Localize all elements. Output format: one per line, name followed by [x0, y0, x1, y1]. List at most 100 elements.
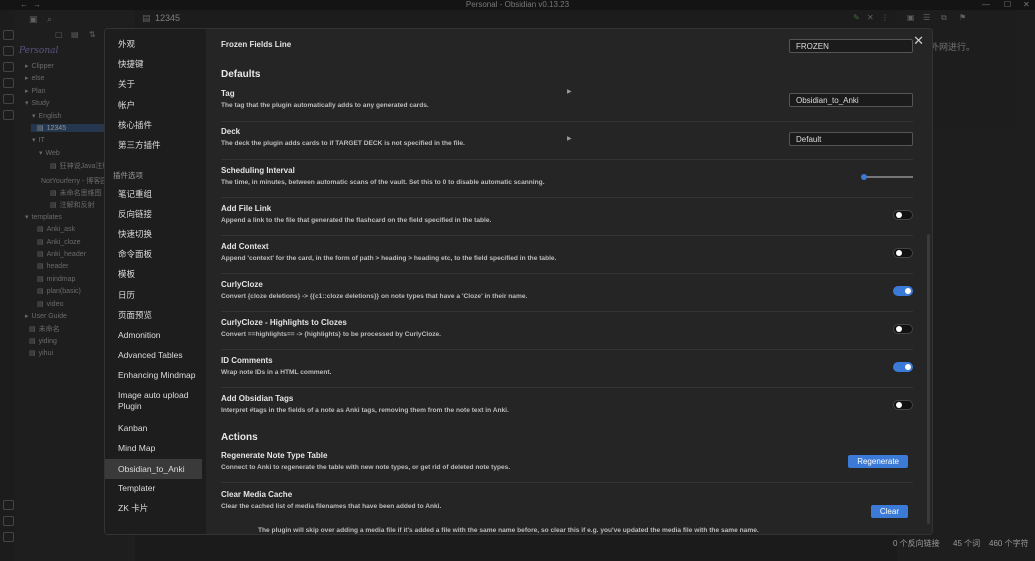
- template-icon[interactable]: [3, 78, 14, 88]
- window-close-icon[interactable]: ✕: [1023, 0, 1030, 10]
- nav-item[interactable]: Advanced Tables: [118, 350, 203, 361]
- tree-item[interactable]: ▤ yihui: [29, 349, 53, 357]
- nav-item[interactable]: 命令面板: [118, 249, 203, 260]
- id-comments-toggle[interactable]: [893, 362, 913, 372]
- tree-item[interactable]: ▤ header: [37, 262, 68, 270]
- nav-item[interactable]: 核心插件: [118, 120, 203, 131]
- tree-item[interactable]: ▾ IT: [32, 136, 45, 144]
- nav-item-selected[interactable]: Obsidian_to_Anki: [105, 459, 202, 479]
- toggle-knob: [896, 326, 902, 332]
- backlinks-icon[interactable]: ⧉: [941, 13, 947, 23]
- forward-arrow-icon[interactable]: →: [33, 0, 41, 10]
- nav-item[interactable]: 第三方插件: [118, 140, 203, 151]
- new-note-icon[interactable]: ▢: [55, 30, 63, 39]
- curlycloze-toggle[interactable]: [893, 286, 913, 296]
- tree-item-label: Web: [45, 149, 60, 157]
- nav-item[interactable]: 快捷键: [118, 59, 203, 70]
- command-icon[interactable]: [3, 94, 14, 104]
- more-options-icon[interactable]: ⋮: [881, 13, 889, 22]
- file-link-desc: Append a link to the file that generated…: [221, 217, 492, 224]
- nav-item[interactable]: Templater: [118, 483, 203, 494]
- minimize-icon[interactable]: —: [982, 0, 990, 10]
- file-icon[interactable]: [3, 30, 14, 40]
- tree-item[interactable]: ▤ Anki_header: [37, 250, 86, 258]
- tree-item[interactable]: ▸ User Guide: [25, 312, 67, 320]
- tree-item[interactable]: ▤ video: [37, 300, 63, 308]
- file-link-toggle[interactable]: [893, 210, 913, 220]
- editor-text: 外网进行。: [930, 42, 976, 52]
- tree-item[interactable]: ▤ yiding: [29, 337, 57, 345]
- settings-gear-icon[interactable]: [3, 532, 14, 542]
- tab-close-icon[interactable]: ✕: [867, 13, 874, 22]
- chevron-icon: ▾: [25, 100, 29, 108]
- deck-input[interactable]: Default: [789, 132, 913, 146]
- back-arrow-icon[interactable]: ←: [20, 0, 28, 10]
- tree-item[interactable]: ▤ mindmap: [37, 275, 75, 283]
- nav-item[interactable]: 日历: [118, 290, 203, 301]
- nav-item[interactable]: 帐户: [118, 100, 203, 111]
- graph-icon[interactable]: [3, 46, 14, 56]
- calendar-icon[interactable]: [3, 62, 14, 72]
- anki-icon[interactable]: [3, 110, 14, 120]
- modal-close-icon[interactable]: ✕: [913, 33, 924, 49]
- tag-input[interactable]: Obsidian_to_Anki: [789, 93, 913, 107]
- vault-icon[interactable]: [3, 500, 14, 510]
- tree-item[interactable]: ▾ templates: [25, 213, 62, 221]
- list-icon[interactable]: ☰: [923, 13, 930, 22]
- tree-item[interactable]: ▤ plan(basic): [37, 287, 81, 295]
- tree-item[interactable]: NotYourferry - 博客园: [41, 176, 107, 186]
- nav-item[interactable]: 反向链接: [118, 209, 203, 220]
- nav-item[interactable]: Enhancing Mindmap: [118, 370, 203, 381]
- edit-pen-icon[interactable]: ✎: [853, 13, 860, 22]
- tree-item[interactable]: ▸ Plan: [25, 87, 46, 95]
- nav-item[interactable]: Mind Map: [118, 443, 203, 454]
- tree-item[interactable]: ▤ 注解和反射: [50, 200, 95, 210]
- outline-icon[interactable]: ▣: [907, 13, 915, 22]
- scrollbar[interactable]: [927, 234, 930, 524]
- maximize-icon[interactable]: ☐: [1004, 0, 1011, 10]
- curlycloze-highlights-toggle[interactable]: [893, 324, 913, 334]
- toggle-knob: [905, 288, 911, 294]
- frozen-fields-input[interactable]: FROZEN: [789, 39, 913, 53]
- obsidian-tags-toggle[interactable]: [893, 400, 913, 410]
- actions-heading: Actions: [221, 432, 258, 443]
- nav-item[interactable]: Image auto upload Plugin: [118, 390, 203, 412]
- sort-icon[interactable]: ⇅: [89, 30, 96, 39]
- tab-title[interactable]: 12345: [155, 13, 180, 23]
- scheduling-desc: The time, in minutes, between automatic …: [221, 179, 545, 186]
- nav-item[interactable]: 模板: [118, 269, 203, 280]
- regenerate-button[interactable]: Regenerate: [848, 455, 908, 468]
- search-icon[interactable]: ⌕: [47, 14, 52, 25]
- file-icon: ▤: [29, 326, 36, 334]
- context-toggle[interactable]: [893, 248, 913, 258]
- nav-item[interactable]: 笔记重组: [118, 189, 203, 200]
- scheduling-slider-track[interactable]: [863, 176, 913, 178]
- nav-item[interactable]: 页面预览: [118, 310, 203, 321]
- nav-item[interactable]: ZK 卡片: [118, 503, 203, 514]
- nav-item[interactable]: 外观: [118, 39, 203, 50]
- curlycloze-title: CurlyCloze: [221, 280, 263, 289]
- curlycloze-highlights-title: CurlyCloze - Highlights to Clozes: [221, 318, 347, 327]
- nav-item[interactable]: 快速切换: [118, 229, 203, 240]
- nav-item[interactable]: Admonition: [118, 330, 203, 341]
- folder-icon[interactable]: ▣: [29, 14, 38, 25]
- tree-item[interactable]: ▤ Anki_cloze: [37, 238, 80, 246]
- tree-item[interactable]: ▾ Study: [25, 99, 49, 107]
- help-icon[interactable]: [3, 516, 14, 526]
- tree-item[interactable]: ▾ English: [32, 112, 61, 120]
- nav-item[interactable]: 关于: [118, 79, 203, 90]
- new-folder-icon[interactable]: ▤: [71, 30, 79, 39]
- tree-item[interactable]: ▤ 未命名思维图: [50, 188, 102, 198]
- nav-item[interactable]: Kanban: [118, 423, 203, 434]
- clear-button[interactable]: Clear: [870, 505, 908, 518]
- tree-item-label: video: [46, 300, 64, 308]
- file-icon: ▤: [37, 238, 44, 246]
- tree-item[interactable]: ▤ 未命名: [29, 324, 60, 334]
- tree-item[interactable]: ▤ Anki_ask: [37, 225, 75, 233]
- scheduling-slider-handle[interactable]: [861, 174, 867, 180]
- tags-icon[interactable]: ⚑: [959, 13, 966, 22]
- tree-item[interactable]: ▸ Clipper: [25, 62, 54, 70]
- tree-item-label: yihui: [38, 350, 54, 358]
- tree-item[interactable]: ▸ else: [25, 74, 44, 82]
- tree-item[interactable]: ▾ Web: [39, 149, 60, 157]
